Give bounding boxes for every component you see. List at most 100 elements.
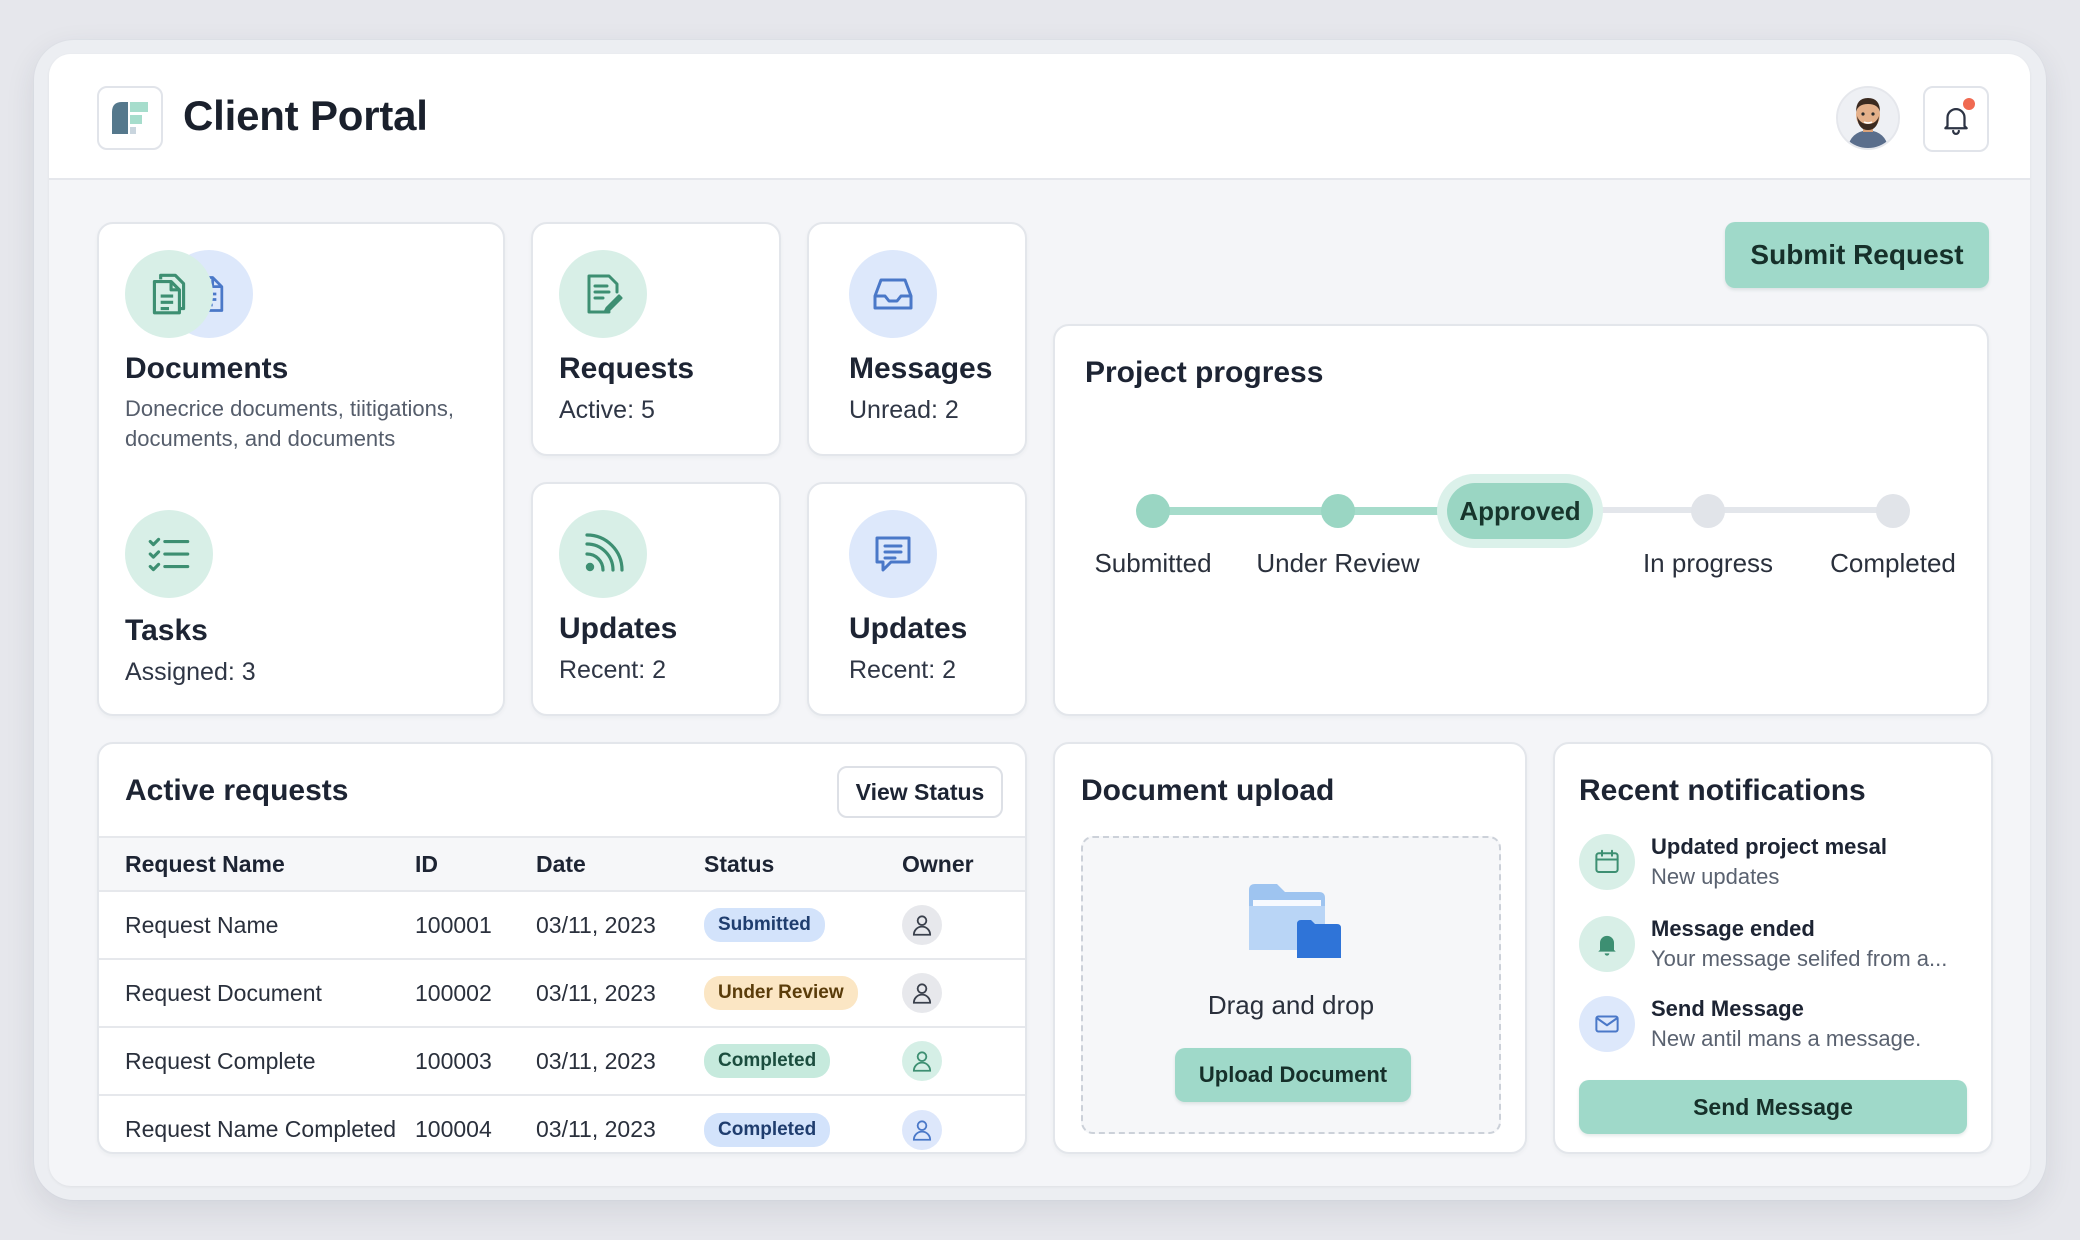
- owner-cell: [902, 891, 1025, 960]
- user-icon: [912, 1051, 932, 1072]
- chat-icon: [875, 536, 911, 572]
- tasks-title: Tasks: [125, 614, 208, 647]
- requests-table: Request Name ID Date Status Owner Reques…: [99, 836, 1025, 1152]
- updates-chat-title: Updates: [849, 612, 968, 645]
- upload-document-button[interactable]: Upload Document: [1175, 1048, 1411, 1102]
- messages-icon-badge: [849, 250, 937, 338]
- step-dot-under-review[interactable]: [1321, 494, 1355, 528]
- submit-request-button[interactable]: Submit Request: [1725, 222, 1989, 288]
- updates-feed-subtitle: Recent: 2: [559, 656, 667, 684]
- column-header-owner[interactable]: Owner: [902, 836, 1025, 892]
- project-progress-title: Project progress: [1085, 356, 1324, 389]
- messages-title: Messages: [849, 352, 993, 385]
- request-name-cell: Request Complete: [99, 1027, 415, 1096]
- notification-subtitle: New antil mans a message.: [1651, 1026, 1922, 1051]
- step-dot-submitted[interactable]: [1136, 494, 1170, 528]
- status-badge: Completed: [704, 1044, 831, 1078]
- owner-cell: [902, 959, 1025, 1028]
- avatar-image: [1838, 88, 1898, 148]
- folder-icon: [1249, 884, 1341, 958]
- step-dot-in-progress[interactable]: [1691, 494, 1725, 528]
- column-header-name[interactable]: Request Name: [99, 836, 415, 892]
- request-id-cell: 100002: [415, 959, 536, 1028]
- updates-chat-card[interactable]: Updates Recent: 2: [807, 482, 1027, 716]
- active-requests-card: Active requests View Status Request Name…: [97, 742, 1027, 1154]
- owner-cell: [902, 1095, 1025, 1152]
- request-date-cell: 03/11, 2023: [536, 891, 704, 960]
- requests-icon-badge: [559, 250, 647, 338]
- status-cell: Submitted: [704, 891, 902, 960]
- owner-cell: [902, 1027, 1025, 1096]
- user-avatar[interactable]: [1836, 86, 1900, 150]
- logo-icon: [112, 102, 148, 134]
- owner-avatar[interactable]: [902, 1041, 942, 1081]
- column-header-id[interactable]: ID: [415, 836, 536, 892]
- owner-avatar[interactable]: [902, 905, 942, 945]
- user-icon: [912, 1119, 932, 1141]
- notification-title: Updated project mesal: [1651, 834, 1887, 859]
- active-requests-title: Active requests: [125, 774, 349, 807]
- unread-indicator: [1963, 98, 1975, 110]
- step-dot-completed[interactable]: [1876, 494, 1910, 528]
- table-row[interactable]: Request Name 100001 03/11, 2023 Submitte…: [99, 891, 1025, 960]
- view-status-button[interactable]: View Status: [837, 766, 1003, 818]
- requests-subtitle: Active: 5: [559, 396, 655, 424]
- document-upload-card: Document upload Drag and drop Upload Doc…: [1053, 742, 1527, 1154]
- send-message-button[interactable]: Send Message: [1579, 1080, 1967, 1134]
- notification-title: Message ended: [1651, 916, 1815, 941]
- table-header-row: Request Name ID Date Status Owner: [99, 836, 1025, 892]
- updates-feed-icon-badge: [559, 510, 647, 598]
- owner-avatar[interactable]: [902, 1109, 942, 1150]
- column-header-status[interactable]: Status: [704, 836, 902, 892]
- step-label-submitted: Submitted: [1094, 548, 1212, 578]
- request-id-cell: 100001: [415, 891, 536, 960]
- table-row[interactable]: Request Name Completed 100004 03/11, 202…: [99, 1095, 1025, 1152]
- notification-title: Send Message: [1651, 996, 1804, 1021]
- table-row[interactable]: Request Document 100002 03/11, 2023 Unde…: [99, 959, 1025, 1028]
- documents-description: Donecrice documents, tiitigations, docum…: [125, 396, 454, 451]
- request-id-cell: 100003: [415, 1027, 536, 1096]
- bell-icon-badge: [1579, 916, 1635, 972]
- requests-title: Requests: [559, 352, 695, 385]
- documents-title: Documents: [125, 352, 289, 385]
- request-date-cell: 03/11, 2023: [536, 959, 704, 1028]
- status-badge: Submitted: [704, 908, 825, 942]
- notifications-button[interactable]: [1923, 86, 1989, 152]
- project-progress-card: Project progress Approved Submitted Unde…: [1053, 324, 1989, 716]
- rss-icon: [585, 533, 624, 572]
- checklist-icon: [148, 537, 190, 572]
- messages-card[interactable]: Messages Unread: 2: [807, 222, 1027, 456]
- step-label-in-progress: In progress: [1642, 548, 1774, 578]
- recent-notifications-title: Recent notifications: [1579, 774, 1866, 807]
- app-logo[interactable]: [97, 86, 163, 150]
- document-upload-title: Document upload: [1081, 774, 1335, 807]
- user-icon: [912, 915, 932, 936]
- status-badge: Completed: [704, 1112, 831, 1147]
- upload-dropzone[interactable]: Drag and drop Upload Document: [1081, 836, 1501, 1134]
- updates-feed-title: Updates: [559, 612, 678, 645]
- inbox-icon: [873, 278, 913, 310]
- documents-icon: [152, 273, 186, 315]
- dropzone-text: Drag and drop: [1207, 990, 1375, 1020]
- user-icon: [912, 983, 932, 1004]
- calendar-icon: [1595, 849, 1619, 873]
- owner-avatar[interactable]: [902, 973, 942, 1013]
- column-header-date[interactable]: Date: [536, 836, 704, 892]
- documents-icon-badge: [125, 250, 213, 338]
- step-current-approved[interactable]: Approved: [1447, 483, 1593, 539]
- notification-subtitle: Your message selifed from a...: [1651, 946, 1948, 971]
- recent-notifications-card: Recent notifications Updated project mes…: [1553, 742, 1993, 1154]
- app-window: Client Portal Documents Donecrice docume…: [49, 54, 2030, 1186]
- documents-tasks-card: Documents Donecrice documents, tiitigati…: [97, 222, 505, 716]
- top-header: Client Portal: [49, 54, 2030, 180]
- app-title: Client Portal: [183, 92, 428, 139]
- status-cell: Completed: [704, 1095, 902, 1152]
- table-row[interactable]: Request Complete 100003 03/11, 2023 Comp…: [99, 1027, 1025, 1096]
- notification-subtitle: New updates: [1651, 864, 1780, 889]
- updates-chat-icon-badge: [849, 510, 937, 598]
- step-label-completed: Completed: [1830, 548, 1956, 578]
- updates-feed-card[interactable]: Updates Recent: 2: [531, 482, 781, 716]
- request-name-cell: Request Name Completed: [125, 1116, 397, 1142]
- mail-icon-badge: [1579, 996, 1635, 1052]
- requests-card[interactable]: Requests Active: 5: [531, 222, 781, 456]
